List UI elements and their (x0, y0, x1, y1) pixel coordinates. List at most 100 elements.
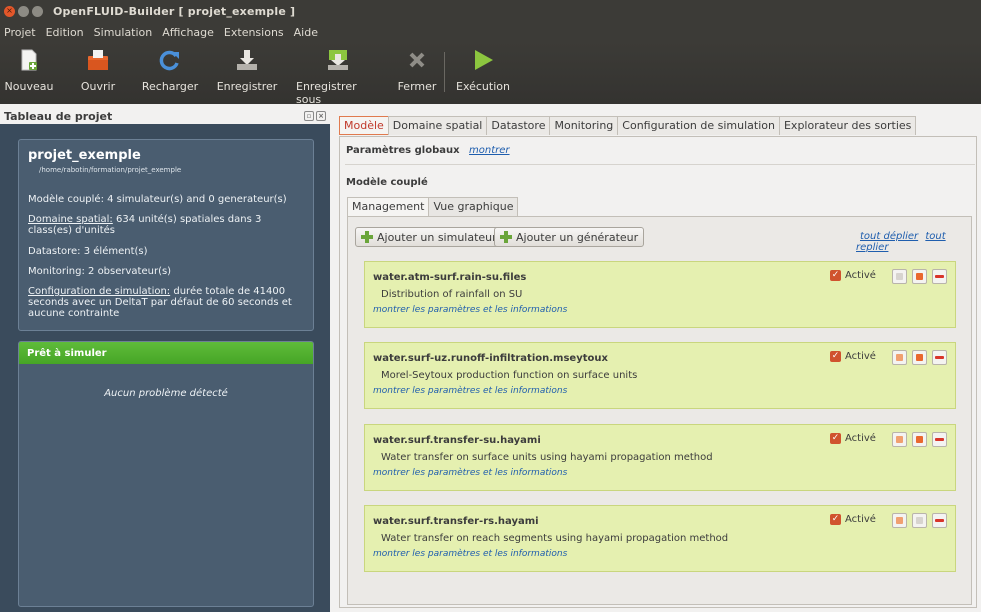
menu-simulation[interactable]: Simulation (94, 26, 153, 39)
menu-extensions[interactable]: Extensions (224, 26, 284, 39)
new-project-button[interactable]: Nouveau (4, 42, 54, 93)
menu-bar: Projet Edition Simulation Affichage Exte… (0, 22, 981, 42)
move-up-button[interactable] (892, 269, 907, 284)
checkbox-checked-icon: ✓ (830, 433, 841, 444)
menu-aide[interactable]: Aide (294, 26, 318, 39)
run-simulation-label: Exécution (456, 80, 510, 93)
move-down-button[interactable] (912, 269, 927, 284)
window-controls: × (4, 5, 43, 17)
reload-label: Recharger (141, 80, 199, 93)
show-simulator-info-link[interactable]: montrer les paramètres et les informatio… (373, 386, 567, 396)
menu-affichage[interactable]: Affichage (162, 26, 214, 39)
show-simulator-info-link[interactable]: montrer les paramètres et les informatio… (373, 305, 567, 315)
show-simulator-info-link[interactable]: montrer les paramètres et les informatio… (373, 549, 567, 559)
menu-projet[interactable]: Projet (4, 26, 36, 39)
expand-collapse-links: tout déplier tout replier (856, 231, 981, 253)
arrow-up-icon (896, 436, 903, 443)
save-button[interactable]: Enregistrer (216, 42, 278, 93)
active-checkbox[interactable]: ✓ Activé (830, 351, 876, 362)
global-params-section: Paramètres globaux montrer (346, 145, 510, 156)
save-as-icon (328, 50, 348, 70)
active-label: Activé (845, 270, 876, 281)
tab-management[interactable]: Management (347, 197, 430, 216)
panel-controls: ▫ × (304, 111, 326, 121)
simulator-description: Distribution of rainfall on SU (381, 289, 523, 300)
maximize-window-button[interactable] (32, 5, 43, 17)
minus-icon (935, 438, 944, 441)
reload-icon (159, 50, 179, 71)
show-simulator-info-link[interactable]: montrer les paramètres et les informatio… (373, 468, 567, 478)
run-simulation-button[interactable]: Exécution (455, 42, 511, 93)
add-simulator-button[interactable]: Ajouter un simulateur (355, 227, 503, 247)
save-label: Enregistrer (216, 80, 278, 93)
panel-splitter[interactable] (330, 108, 336, 612)
active-checkbox[interactable]: ✓ Activé (830, 514, 876, 525)
play-icon (475, 50, 493, 70)
move-down-button[interactable] (912, 350, 927, 365)
remove-simulator-button[interactable] (932, 269, 947, 284)
remove-simulator-button[interactable] (932, 513, 947, 528)
toolbar-separator (444, 52, 445, 92)
add-generator-button[interactable]: Ajouter un générateur (494, 227, 645, 247)
expand-all-link[interactable]: tout déplier (860, 231, 918, 242)
show-global-params-link[interactable]: montrer (469, 145, 510, 156)
save-as-label: Enregistrer sous (296, 80, 357, 106)
move-up-button[interactable] (892, 432, 907, 447)
minus-icon (935, 275, 944, 278)
ready-status-bar: Prêt à simuler (19, 342, 313, 364)
active-label: Activé (845, 433, 876, 444)
remove-simulator-button[interactable] (932, 432, 947, 447)
config-summary: Configuration de simulation: durée total… (28, 286, 308, 319)
close-icon (409, 52, 425, 68)
save-as-button[interactable]: Enregistrer sous (296, 42, 380, 106)
remove-simulator-button[interactable] (932, 350, 947, 365)
open-project-button[interactable]: Ouvrir (78, 42, 118, 93)
open-folder-icon (88, 50, 108, 70)
tab-configuration[interactable]: Configuration de simulation (617, 116, 780, 135)
reload-button[interactable]: Recharger (141, 42, 199, 93)
window-title: OpenFLUID-Builder [ projet_exemple ] (53, 4, 296, 18)
arrow-down-icon (916, 436, 923, 443)
title-bar: × OpenFLUID-Builder [ projet_exemple ] (0, 0, 981, 22)
close-panel-icon[interactable]: × (316, 111, 326, 121)
simulator-description: Water transfer on reach segments using h… (381, 533, 729, 544)
move-down-button[interactable] (912, 513, 927, 528)
coupled-model-title: Modèle couplé (346, 177, 428, 188)
tab-domaine-spatial[interactable]: Domaine spatial (387, 116, 488, 135)
active-checkbox[interactable]: ✓ Activé (830, 270, 876, 281)
arrow-up-icon (896, 273, 903, 280)
simulator-id: water.surf.transfer-su.hayami (373, 435, 541, 446)
add-icon (500, 231, 512, 243)
project-summary-card: projet_exemple /home/rabotin/formation/p… (18, 139, 314, 331)
add-simulator-label: Ajouter un simulateur (377, 230, 497, 244)
tab-graph-view[interactable]: Vue graphique (428, 197, 519, 216)
minus-icon (935, 356, 944, 359)
open-project-label: Ouvrir (80, 80, 116, 93)
simulator-description: Morel-Seytoux production function on sur… (381, 370, 638, 381)
arrow-down-icon (916, 517, 923, 524)
tab-modele[interactable]: Modèle (339, 116, 389, 135)
arrow-down-icon (916, 273, 923, 280)
close-project-button[interactable]: Fermer (394, 42, 440, 93)
config-link[interactable]: Configuration de simulation: (28, 286, 170, 297)
save-icon (237, 50, 257, 70)
minimize-window-button[interactable] (18, 5, 29, 17)
active-checkbox[interactable]: ✓ Activé (830, 433, 876, 444)
simulator-card: water.atm-surf.rain-su.files Distributio… (364, 261, 956, 328)
checkbox-checked-icon: ✓ (830, 270, 841, 281)
move-down-button[interactable] (912, 432, 927, 447)
close-window-button[interactable]: × (4, 5, 15, 17)
domain-link[interactable]: Domaine spatial: (28, 214, 113, 225)
project-name: projet_exemple (28, 148, 141, 163)
float-panel-icon[interactable]: ▫ (304, 111, 314, 121)
global-params-title: Paramètres globaux (346, 145, 460, 156)
move-up-button[interactable] (892, 513, 907, 528)
tab-monitoring[interactable]: Monitoring (549, 116, 619, 135)
move-up-button[interactable] (892, 350, 907, 365)
section-divider (345, 164, 975, 165)
tab-explorateur[interactable]: Explorateur des sorties (778, 116, 917, 135)
datastore-summary: Datastore: 3 élément(s) (28, 246, 148, 257)
new-project-label: Nouveau (4, 80, 54, 93)
tab-datastore[interactable]: Datastore (486, 116, 551, 135)
menu-edition[interactable]: Edition (46, 26, 84, 39)
